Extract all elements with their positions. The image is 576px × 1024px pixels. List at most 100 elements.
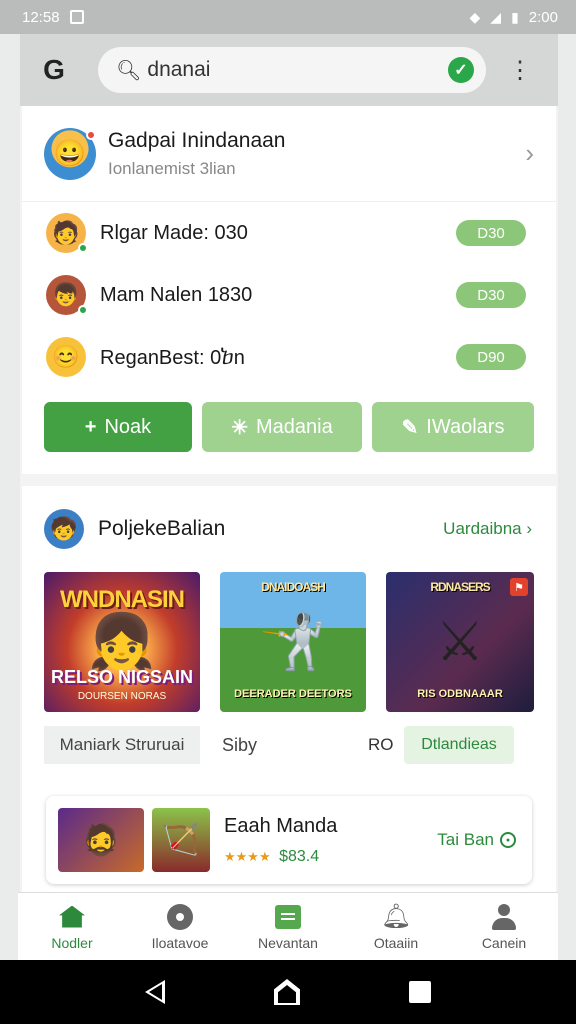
list-item[interactable]: 🧑 Rlgar Made: 030 D30 [22,202,556,264]
bottom-navigation: Nodler Iloatavoe Nevantan 🔔︎ Otaaiin Can… [18,892,558,960]
nav-item-location[interactable]: Iloatavoe [126,893,234,960]
add-button[interactable]: + Noak [44,402,192,452]
status-badge[interactable]: D30 [456,282,526,308]
list-item[interactable]: 😊 ReganBest: 0ⴆn D90 [22,326,556,388]
nav-item-list[interactable]: Nevantan [234,893,342,960]
add-button-label: Noak [104,415,152,438]
notification-icon [69,10,84,24]
bell-icon: 🔔︎ [380,903,412,930]
friend-name: Mam Nalen 1830 [100,283,253,306]
see-more-link[interactable]: Uardaibna › [443,519,532,539]
game-character-image: ⚔ [435,612,485,672]
game-grid: WNDNASIN 👧 RELSO NIGSAIN DOURSEN NORAS D… [22,572,556,712]
avatar: 👦 [46,275,88,315]
signal-icon: ◢ [490,8,502,25]
caption-text: Siby [222,734,258,755]
nav-item-home[interactable]: Nodler [18,893,126,960]
game-character-image: 🤺 [259,612,327,672]
friend-name: Rlgar Made: 030 [100,221,248,244]
nav-label: Otaaiin [373,934,419,951]
nav-label: Nevantan [258,934,318,951]
nav-label: Iloatavoe [151,934,209,951]
nav-label: Canein [481,934,527,951]
featured-cta-button[interactable]: Tai Ban ● [437,830,516,850]
status-time-right: 2:00 [528,8,558,26]
google-logo-icon[interactable]: G [34,50,74,90]
system-navigation-bar [0,960,576,1024]
app-bar: G 🔍︎ dnanai ✓ ⋮ [20,34,558,106]
edit-button[interactable]: ✎ IWaolars [372,402,534,452]
avatar: 😊 [46,337,86,377]
search-bar[interactable]: 🔍︎ dnanai ✓ [98,47,486,93]
featured-game-card[interactable]: 🧔 🏹 Eaah Manda ★★★★ $83.4 Tai Ban ● [46,796,532,884]
circle-arrow-icon: ● [500,832,516,848]
mode-button-label: Madania [256,415,333,438]
status-time: 12:58 [22,8,60,26]
chevron-right-icon[interactable]: › [525,138,534,169]
user-icon [492,903,516,931]
nav-item-profile[interactable]: Canein [450,893,558,960]
avatar: 🧒 [44,509,84,549]
recent-apps-icon[interactable] [409,981,432,1003]
featured-rating-row: ★★★★ $83.4 [224,848,437,866]
featured-info: Eaah Manda ★★★★ $83.4 [224,815,437,866]
game-captions: Maniark Struruai Siby RO Dtlandieas [22,712,556,764]
online-dot [78,305,88,315]
game-subtitle: RELSO NIGSAIN [50,667,193,687]
game-title: WNDNASIN [60,586,185,613]
game-character-image: 👧 [88,612,156,672]
featured-title: Eaah Manda [224,814,338,837]
section-header: 🧒 PoljekeBalian Uardaibna › [22,486,556,572]
home-icon [59,903,85,931]
game-subtitle: DEERADER DEETORS [234,688,352,700]
search-query[interactable]: dnanai [147,58,448,82]
action-buttons: + Noak ✳ Madania ✎ IWaolars [22,388,556,474]
profile-subtitle: Ionlanemist 3lian [108,158,236,178]
star-rating-icon: ★★★★ [224,848,271,864]
status-badge[interactable]: D90 [456,344,526,370]
featured-price: $83.4 [279,847,320,865]
edit-icon: ✎ [401,416,419,439]
section-title: PoljekeBalian [98,517,226,540]
profile-row[interactable]: 😀 Gadpai Inindanaan Ionlanemist 3lian › [22,106,556,202]
featured-thumbnail: 🏹 [152,808,210,872]
list-card-icon [275,903,301,931]
verified-icon: ✓ [448,57,474,83]
caption-text: RO [368,735,394,754]
sparkle-icon: ✳ [231,416,249,439]
online-dot [86,129,96,140]
game-subtitle-small: DOURSEN NORAS [77,691,167,702]
plus-icon: + [84,415,97,438]
game-tile[interactable]: ⚑ RDNASERS ⚔ RIS ODBNAAAR [386,572,534,712]
friend-name: ReganBest: 0ⴆn [100,346,245,369]
status-badge[interactable]: D30 [456,220,526,246]
avatar: 😀 [44,127,96,180]
nav-item-notifications[interactable]: 🔔︎ Otaaiin [342,893,450,960]
search-icon: 🔍︎ [116,59,142,82]
game-title: RDNASERS [430,580,490,594]
games-card: 🧒 PoljekeBalian Uardaibna › WNDNASIN 👧 R… [22,486,556,892]
game-tile[interactable]: WNDNASIN 👧 RELSO NIGSAIN DOURSEN NORAS [44,572,200,712]
mode-button[interactable]: ✳ Madania [202,402,362,452]
home-button-icon[interactable] [273,979,300,1005]
profile-name: Gadpai Inindanaan [108,128,286,152]
download-button[interactable]: Dtlandieas [404,726,514,764]
edit-button-label: IWaolars [426,415,505,438]
game-subtitle: RIS ODBNAAAR [417,688,503,700]
online-dot [78,243,88,253]
more-options-icon[interactable]: ⋮ [508,56,532,85]
main-content: 😀 Gadpai Inindanaan Ionlanemist 3lian › … [20,106,558,892]
status-right: ◆ ◢ ▮ 2:00 [470,9,558,26]
featured-thumbnail: 🧔 [58,808,144,872]
list-item[interactable]: 👦 Mam Nalen 1830 D30 [22,264,556,326]
back-icon[interactable] [144,980,165,1004]
status-left: 12:58 [22,9,84,26]
game-title: DNAIDOASH [261,580,326,594]
caption-button[interactable]: Maniark Struruai [44,726,200,764]
avatar: 🧑 [46,213,88,253]
friends-card: 😀 Gadpai Inindanaan Ionlanemist 3lian › … [22,106,556,474]
profile-meta: Gadpai Inindanaan Ionlanemist 3lian [108,129,525,179]
game-tile[interactable]: DNAIDOASH 🤺 DEERADER DEETORS [220,572,366,712]
battery-icon: ▮ [511,8,519,25]
status-bar: 12:58 ◆ ◢ ▮ 2:00 [0,0,576,34]
